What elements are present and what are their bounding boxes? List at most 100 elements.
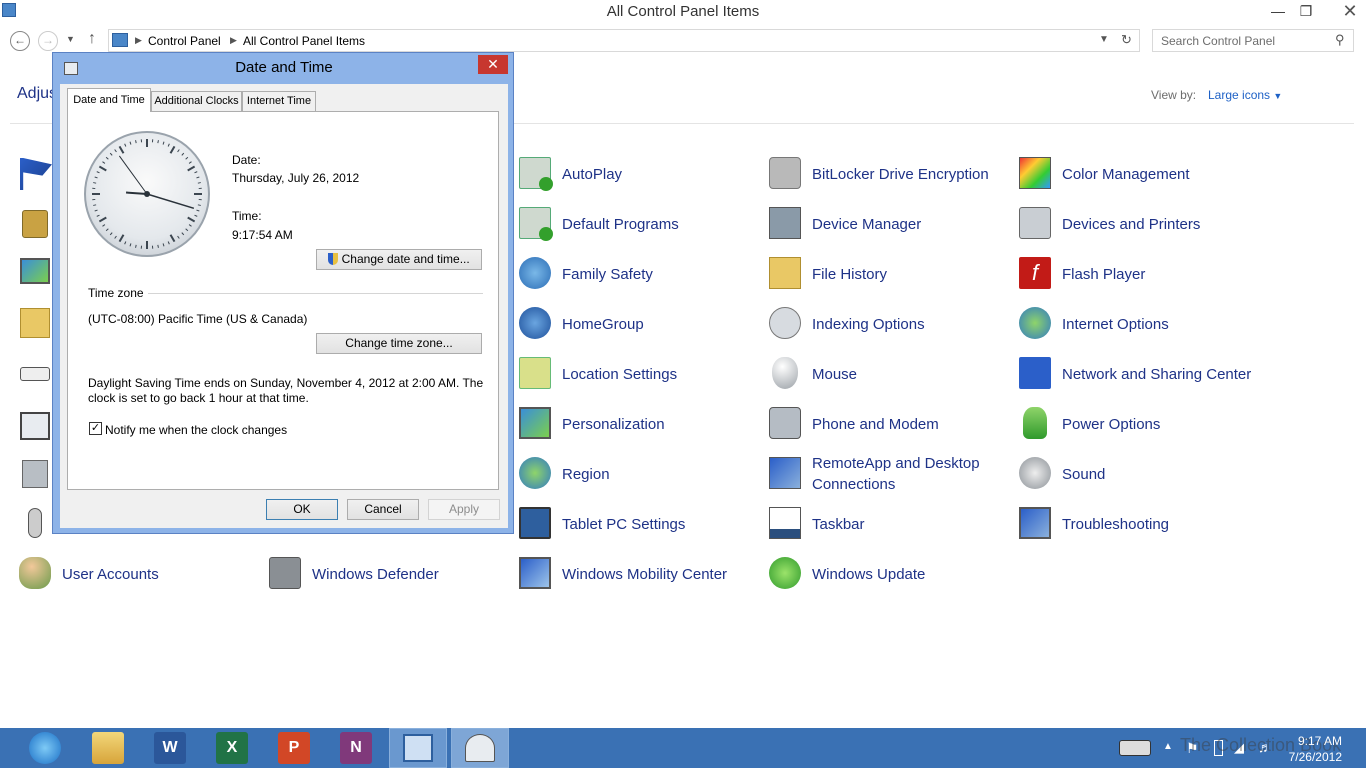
- cp-item-label[interactable]: Devices and Printers: [1062, 203, 1262, 245]
- word-icon[interactable]: W: [154, 732, 186, 764]
- view-by-value[interactable]: Large icons: [1208, 88, 1270, 102]
- close-button[interactable]: ✕: [1334, 0, 1366, 22]
- clock-date[interactable]: 7/26/2012: [1278, 750, 1342, 764]
- cp-item-file-history[interactable]: File History: [769, 253, 1009, 293]
- apply-button[interactable]: Apply: [428, 499, 500, 520]
- recovery-icon[interactable]: [22, 460, 48, 488]
- up-arrow-icon[interactable]: ↑: [88, 30, 96, 48]
- cp-item-phone-modem[interactable]: Phone and Modem: [769, 403, 1009, 443]
- cp-item-personalization[interactable]: Personalization: [519, 403, 759, 443]
- cp-item-power-options[interactable]: Power Options: [1019, 403, 1259, 443]
- cp-item-remoteapp[interactable]: RemoteApp and Desktop Connections: [769, 453, 1009, 493]
- cp-item-label[interactable]: Indexing Options: [812, 303, 1012, 345]
- tab-internet-time[interactable]: Internet Time: [242, 91, 316, 112]
- notify-checkbox[interactable]: ✓: [89, 422, 102, 435]
- cp-item-label[interactable]: BitLocker Drive Encryption: [812, 153, 1012, 195]
- cp-item-label[interactable]: User Accounts: [62, 553, 262, 595]
- tab-additional-clocks[interactable]: Additional Clocks: [151, 91, 242, 112]
- cp-item-taskbar[interactable]: Taskbar: [769, 503, 1009, 543]
- breadcrumb-chevron-icon[interactable]: ▶: [230, 35, 237, 46]
- cp-item-family-safety[interactable]: Family Safety: [519, 253, 759, 293]
- cp-item-color-management[interactable]: Color Management: [1019, 153, 1259, 193]
- cp-item-troubleshooting[interactable]: Troubleshooting: [1019, 503, 1259, 543]
- search-icon[interactable]: ⚲: [1335, 32, 1345, 48]
- clock-time[interactable]: 9:17 AM: [1290, 734, 1342, 748]
- cp-item-label[interactable]: Power Options: [1062, 403, 1262, 445]
- cancel-button[interactable]: Cancel: [347, 499, 419, 520]
- cp-item-windows-defender[interactable]: Windows Defender: [269, 553, 509, 593]
- onenote-icon[interactable]: N: [340, 732, 372, 764]
- show-hidden-icons-icon[interactable]: ▲: [1163, 741, 1173, 752]
- cp-item-flash-player[interactable]: f Flash Player: [1019, 253, 1259, 293]
- cp-item-user-accounts[interactable]: User Accounts: [19, 553, 259, 593]
- folder-options-icon[interactable]: [20, 308, 50, 338]
- keyboard-tray-icon[interactable]: [1119, 740, 1151, 756]
- cp-item-label[interactable]: Windows Mobility Center: [562, 553, 762, 595]
- cp-item-label[interactable]: File History: [812, 253, 1012, 295]
- cp-item-label[interactable]: Windows Defender: [312, 553, 512, 595]
- breadcrumb-control-panel[interactable]: Control Panel: [148, 34, 221, 48]
- cp-item-region[interactable]: Region: [519, 453, 759, 493]
- programs-and-features-icon[interactable]: [20, 412, 50, 440]
- cp-item-label[interactable]: AutoPlay: [562, 153, 762, 195]
- powerpoint-icon[interactable]: P: [278, 732, 310, 764]
- cp-item-network-sharing[interactable]: Network and Sharing Center: [1019, 353, 1259, 393]
- cp-item-windows-update[interactable]: Windows Update: [769, 553, 1009, 593]
- cp-item-label[interactable]: Mouse: [812, 353, 1012, 395]
- breadcrumb-chevron-icon[interactable]: ▶: [135, 35, 142, 46]
- cp-item-label[interactable]: Color Management: [1062, 153, 1262, 195]
- dialog-close-button[interactable]: ✕: [478, 55, 508, 74]
- cp-item-label[interactable]: Sound: [1062, 453, 1262, 495]
- change-date-time-button[interactable]: Change date and time...: [316, 249, 482, 270]
- cp-item-mouse[interactable]: Mouse: [769, 353, 1009, 393]
- cp-item-sound[interactable]: Sound: [1019, 453, 1259, 493]
- cp-item-internet-options[interactable]: Internet Options: [1019, 303, 1259, 343]
- cp-item-homegroup[interactable]: HomeGroup: [519, 303, 759, 343]
- address-dropdown-icon[interactable]: ▼: [1099, 34, 1109, 45]
- cp-item-label[interactable]: HomeGroup: [562, 303, 762, 345]
- cp-item-label[interactable]: Phone and Modem: [812, 403, 1012, 445]
- action-center-icon[interactable]: [20, 158, 52, 190]
- cp-item-label[interactable]: Tablet PC Settings: [562, 503, 762, 545]
- display-icon[interactable]: [20, 258, 50, 284]
- view-by-dropdown[interactable]: Large icons ▼: [1208, 88, 1282, 102]
- cp-item-label[interactable]: Internet Options: [1062, 303, 1262, 345]
- minimize-button[interactable]: —: [1264, 0, 1292, 22]
- cp-item-indexing-options[interactable]: Indexing Options: [769, 303, 1009, 343]
- speech-recognition-icon[interactable]: [28, 508, 42, 538]
- chevron-down-icon[interactable]: ▼: [1273, 91, 1282, 101]
- cp-item-autoplay[interactable]: AutoPlay: [519, 153, 759, 193]
- cp-item-bitlocker[interactable]: BitLocker Drive Encryption: [769, 153, 1009, 193]
- cp-item-label[interactable]: Device Manager: [812, 203, 1012, 245]
- recent-pages-dropdown-icon[interactable]: ▼: [66, 34, 75, 44]
- cp-item-mobility-center[interactable]: Windows Mobility Center: [519, 553, 759, 593]
- restore-button[interactable]: ❐: [1292, 0, 1320, 22]
- address-bar[interactable]: ▶ Control Panel ▶ All Control Panel Item…: [108, 29, 1140, 52]
- cp-item-label[interactable]: Region: [562, 453, 762, 495]
- cp-item-label[interactable]: Family Safety: [562, 253, 762, 295]
- cp-item-label[interactable]: Flash Player: [1062, 253, 1262, 295]
- search-input[interactable]: Search Control Panel ⚲: [1152, 29, 1354, 52]
- tab-date-and-time[interactable]: Date and Time: [67, 88, 151, 112]
- back-button[interactable]: ←: [10, 31, 30, 51]
- cp-item-device-manager[interactable]: Device Manager: [769, 203, 1009, 243]
- cp-item-label[interactable]: Windows Update: [812, 553, 1012, 595]
- administrative-tools-icon[interactable]: [22, 210, 48, 238]
- cp-item-label[interactable]: Troubleshooting: [1062, 503, 1262, 545]
- refresh-icon[interactable]: ↻: [1121, 32, 1132, 48]
- cp-item-label[interactable]: Default Programs: [562, 203, 762, 245]
- file-explorer-icon[interactable]: [92, 732, 124, 764]
- cp-item-label[interactable]: Network and Sharing Center: [1062, 353, 1262, 395]
- breadcrumb-all-items[interactable]: All Control Panel Items: [243, 34, 365, 48]
- forward-button[interactable]: →: [38, 31, 58, 51]
- cp-item-label[interactable]: RemoteApp and Desktop Connections: [812, 453, 1012, 495]
- excel-icon[interactable]: X: [216, 732, 248, 764]
- taskbar-date-time-button[interactable]: [451, 728, 509, 768]
- cp-item-label[interactable]: Location Settings: [562, 353, 762, 395]
- cp-item-tablet-pc[interactable]: Tablet PC Settings: [519, 503, 759, 543]
- notify-checkbox-label[interactable]: Notify me when the clock changes: [105, 423, 287, 437]
- taskbar-control-panel-button[interactable]: [389, 728, 447, 768]
- cp-item-devices-printers[interactable]: Devices and Printers: [1019, 203, 1259, 243]
- change-time-zone-button[interactable]: Change time zone...: [316, 333, 482, 354]
- ok-button[interactable]: OK: [266, 499, 338, 520]
